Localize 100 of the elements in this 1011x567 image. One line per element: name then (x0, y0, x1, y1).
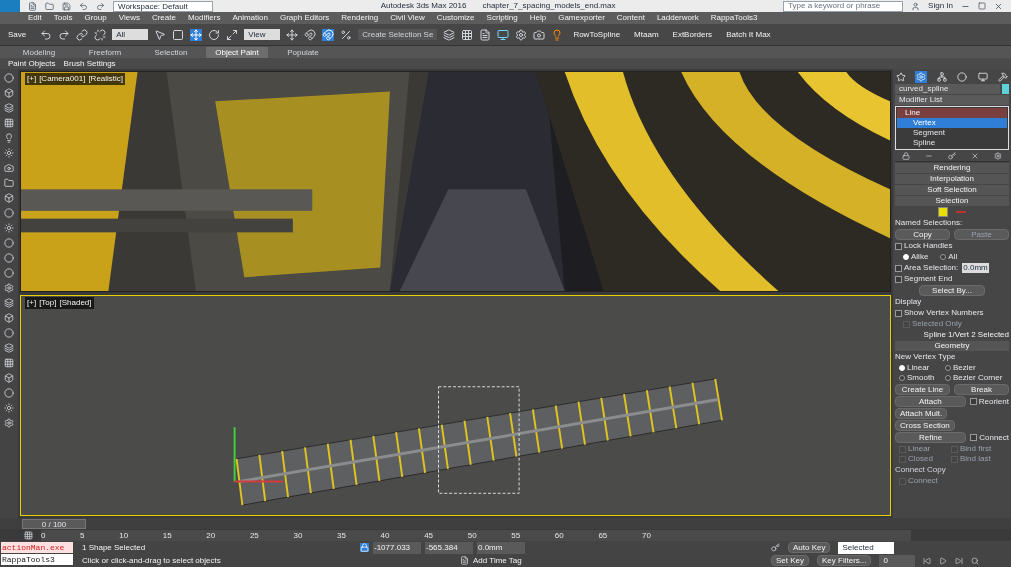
ribbon-tab[interactable]: Populate (272, 46, 334, 58)
ribbon-panel-label[interactable]: Brush Settings (63, 57, 116, 70)
panel-tab[interactable] (915, 71, 928, 83)
sign-in-link[interactable]: Sign In (928, 0, 953, 12)
viewport-label[interactable]: [Top] (39, 297, 57, 309)
rollout-header[interactable]: Geometry (895, 341, 1009, 351)
menu-item[interactable]: Edit (28, 12, 42, 24)
open-folder-icon[interactable] (45, 1, 54, 11)
frame-field[interactable]: 0 (879, 554, 916, 567)
user-icon[interactable] (911, 1, 921, 11)
frame-counter[interactable]: 0 / 100 (22, 518, 86, 529)
unlink-icon[interactable] (94, 28, 107, 41)
create-line-button[interactable]: Create Line (895, 384, 950, 395)
timeline-track[interactable]: 0 5 10 15 20 25 30 35 40 45 50 55 60 65 70 (41, 529, 911, 541)
checkbox[interactable] (895, 309, 902, 317)
ribbon-tab[interactable]: Freeform (74, 46, 136, 58)
key-icon[interactable] (771, 543, 780, 552)
viewport[interactable]: [+] [Top] [Shaded] (20, 295, 891, 516)
camera-icon[interactable] (533, 28, 546, 41)
panel-tab[interactable] (935, 71, 948, 83)
selection-filter-dropdown[interactable]: All (112, 29, 149, 40)
tool-icon[interactable] (4, 193, 14, 203)
tool-icon[interactable] (4, 148, 14, 158)
tool-icon[interactable] (4, 328, 14, 338)
viewport-label[interactable]: [Realistic] (88, 73, 124, 85)
selection-set-dropdown[interactable]: Create Selection Se (358, 29, 438, 40)
menu-item[interactable]: RappaTools3 (710, 12, 758, 24)
panel-tab[interactable] (956, 71, 969, 83)
script-button[interactable]: RowToSpline (569, 28, 625, 41)
checkbox[interactable] (969, 398, 977, 405)
ribbon-panel-label[interactable]: Paint Objects (8, 57, 56, 70)
area-value-field[interactable]: 0.0mm (962, 263, 989, 273)
rotate-icon[interactable] (208, 28, 221, 41)
menu-item[interactable]: Help (529, 12, 547, 24)
viewport-label[interactable]: [+] (27, 73, 37, 85)
ribbon-tab[interactable]: Object Paint (206, 46, 268, 58)
checkbox[interactable] (895, 264, 902, 272)
tool-icon[interactable] (4, 73, 14, 83)
tool-icon[interactable] (4, 388, 14, 398)
auto-key-button[interactable]: Auto Key (788, 542, 831, 553)
gear-icon[interactable] (515, 28, 528, 41)
remove-modifier-icon[interactable] (970, 152, 979, 160)
viewport-label[interactable]: [Camera001] (39, 73, 86, 85)
configure-icon[interactable] (993, 152, 1002, 160)
tool-icon[interactable] (4, 343, 14, 353)
menu-item[interactable]: Scripting (486, 12, 518, 24)
save-icon[interactable] (62, 1, 71, 11)
tool-icon[interactable] (4, 373, 14, 383)
script-button[interactable]: Batch It Max (722, 28, 775, 41)
copy-button[interactable]: Copy (895, 229, 950, 240)
checkbox[interactable] (970, 434, 978, 441)
script-listener[interactable]: actionMan.exe (1, 542, 73, 553)
select-by-button[interactable]: Select By... (919, 285, 985, 296)
coordinate-field[interactable]: -565.384 (425, 541, 473, 554)
coordinate-field[interactable]: -1077.033 (373, 541, 421, 554)
zoom-icon[interactable] (971, 556, 980, 565)
menu-item[interactable]: Modifiers (187, 12, 221, 24)
menu-item[interactable]: Content (616, 12, 645, 24)
panel-tab[interactable] (996, 71, 1009, 83)
redo-icon[interactable] (58, 28, 71, 41)
close-icon[interactable] (994, 1, 1003, 11)
menu-item[interactable]: Tools (53, 12, 73, 24)
save-label[interactable]: Save (8, 28, 27, 41)
set-key-button[interactable]: Set Key (771, 555, 809, 566)
menu-item[interactable]: Views (118, 12, 140, 24)
tool-icon[interactable] (4, 208, 14, 218)
ribbon-tab[interactable]: Modeling (8, 46, 70, 58)
grid-icon[interactable] (461, 28, 474, 41)
script-button[interactable]: Mtaam (630, 28, 663, 41)
checkbox[interactable] (895, 242, 902, 250)
region-select-icon[interactable] (172, 28, 185, 41)
percent-snap-icon[interactable] (340, 28, 353, 41)
search-field[interactable]: Type a keyword or phrase (783, 0, 904, 12)
lock-icon[interactable] (360, 543, 369, 552)
redo-icon[interactable] (96, 1, 105, 11)
panel-tab[interactable] (895, 71, 907, 83)
workspace-dropdown[interactable]: Workspace: Default (113, 0, 213, 12)
link-icon[interactable] (76, 28, 89, 41)
menu-item[interactable]: Create (151, 12, 176, 24)
pivot-icon[interactable] (286, 28, 299, 41)
radio-button[interactable] (945, 375, 951, 381)
key-mode-dropdown[interactable]: Selected (838, 541, 895, 554)
angle-snap-icon[interactable] (322, 28, 335, 41)
play-icon[interactable] (939, 556, 948, 565)
undo-icon[interactable] (79, 1, 88, 11)
vertex-mode-icon[interactable] (938, 207, 948, 217)
bulb-icon[interactable] (551, 28, 564, 41)
refine-button[interactable]: Refine (895, 432, 967, 443)
tool-icon[interactable] (4, 88, 14, 98)
ribbon-tab[interactable]: Selection (140, 46, 202, 58)
cross-section-button[interactable]: Cross Section (895, 420, 955, 431)
rollout-header[interactable]: Selection (895, 196, 1009, 206)
tool-icon[interactable] (4, 133, 14, 143)
menu-item[interactable]: Gamexporter (558, 12, 605, 24)
select-icon[interactable] (154, 28, 167, 41)
maximize-icon[interactable] (978, 2, 986, 10)
stack-item[interactable]: Line (897, 108, 1007, 118)
script-button[interactable]: ExtBorders (668, 28, 717, 41)
key-filters-button[interactable]: Key Filters... (817, 555, 872, 566)
new-file-icon[interactable] (28, 1, 37, 11)
